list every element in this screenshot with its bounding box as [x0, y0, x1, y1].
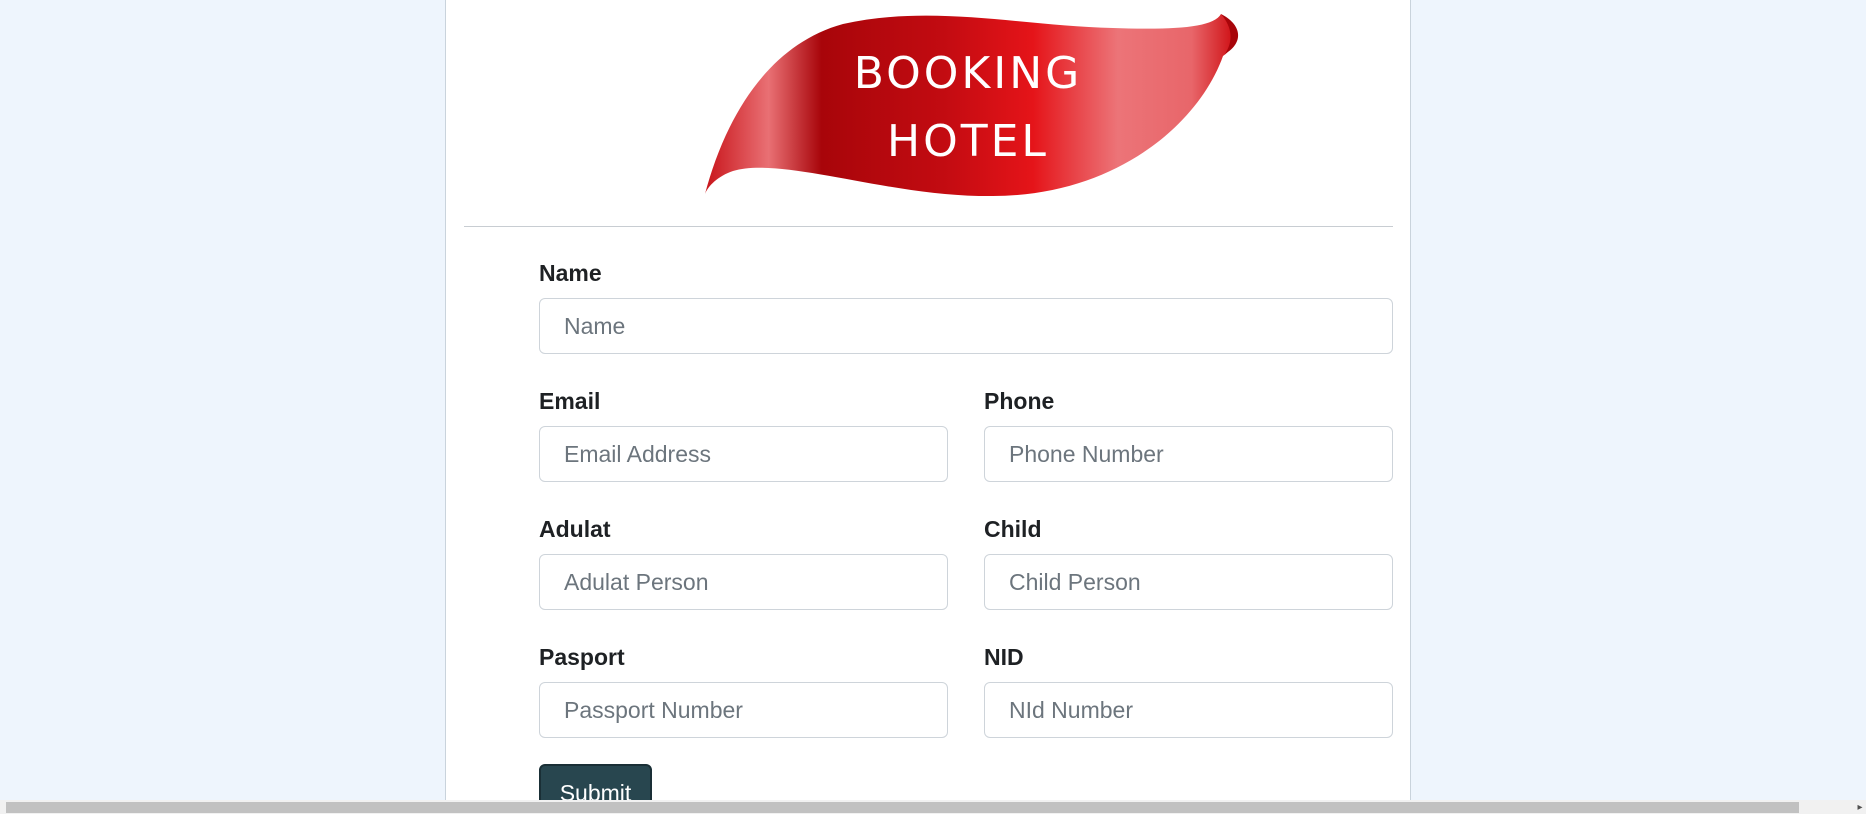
passport-input[interactable]	[539, 682, 948, 738]
phone-field: Phone	[984, 386, 1393, 482]
nid-label: NID	[984, 644, 1024, 670]
nid-input[interactable]	[984, 682, 1393, 738]
logo-line-2: HOTEL	[887, 116, 1049, 167]
nid-field: NID	[984, 642, 1393, 738]
adult-input[interactable]	[539, 554, 948, 610]
phone-input[interactable]	[984, 426, 1393, 482]
email-input[interactable]	[539, 426, 948, 482]
page: BOOKING HOTEL Name Email Phone Adulat Ch…	[0, 0, 1866, 814]
ribbon-banner-icon: BOOKING HOTEL	[705, 14, 1239, 196]
child-field: Child	[984, 514, 1393, 610]
name-input[interactable]	[539, 298, 1393, 354]
name-label: Name	[539, 260, 602, 286]
name-field: Name	[539, 258, 1393, 354]
passport-field: Pasport	[539, 642, 948, 738]
email-label: Email	[539, 388, 601, 414]
email-field: Email	[539, 386, 948, 482]
passport-label: Pasport	[539, 644, 625, 670]
child-input[interactable]	[984, 554, 1393, 610]
phone-label: Phone	[984, 388, 1055, 414]
horizontal-scrollbar[interactable]: ▸	[0, 800, 1866, 814]
logo-line-1: BOOKING	[854, 48, 1083, 99]
adult-field: Adulat	[539, 514, 948, 610]
booking-card: BOOKING HOTEL Name Email Phone Adulat Ch…	[445, 0, 1411, 814]
right-arrow-icon[interactable]: ▸	[1854, 802, 1866, 814]
booking-hotel-logo: BOOKING HOTEL	[693, 6, 1248, 196]
header-divider	[464, 226, 1393, 227]
child-label: Child	[984, 516, 1042, 542]
adult-label: Adulat	[539, 516, 611, 542]
scrollbar-thumb[interactable]	[6, 802, 1799, 813]
